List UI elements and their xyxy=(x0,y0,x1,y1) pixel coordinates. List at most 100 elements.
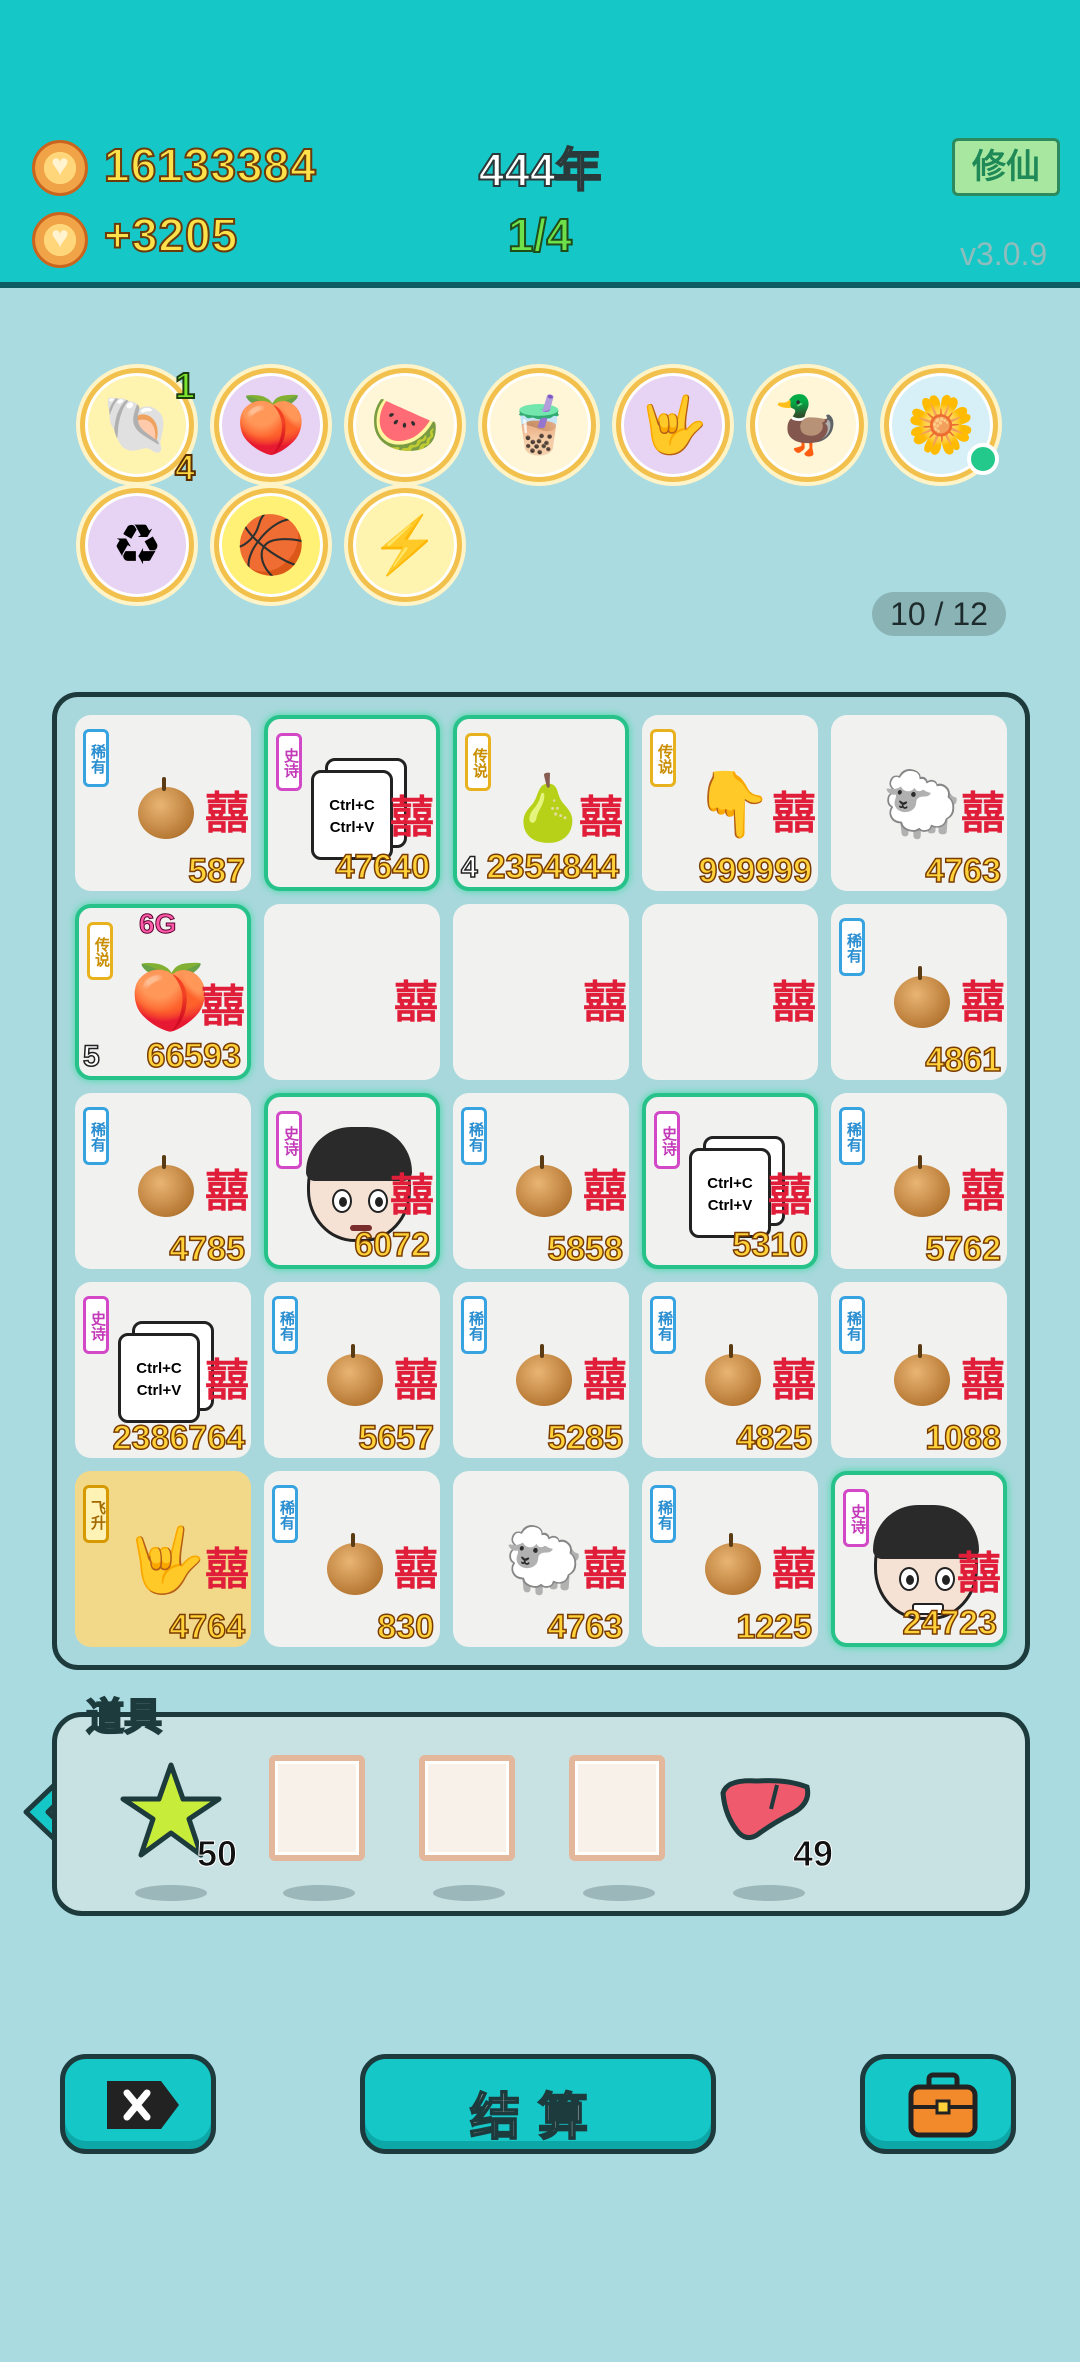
board-cell[interactable]: 稀有囍 4785 xyxy=(75,1093,251,1269)
double-happiness-icon: 囍 xyxy=(772,789,816,838)
rice-cooker-duck-icon[interactable]: 🦆 xyxy=(750,368,864,482)
nut-shape xyxy=(327,1344,383,1406)
board-cell[interactable]: 史诗囍 6072 xyxy=(264,1093,440,1269)
relic-glyph: 🍉 xyxy=(370,393,440,456)
nut-shape xyxy=(327,1533,383,1595)
relic-count-badge: 1 xyxy=(174,364,196,407)
item-board: 稀有囍 587 Ctrl+C Ctrl+V 史诗囍 47640 🍐 传说囍 4 2354844 👇 传… xyxy=(52,692,1030,1670)
board-cell[interactable]: Ctrl+C Ctrl+V 史诗囍 2386764 xyxy=(75,1282,251,1458)
relic-glyph: 🦆 xyxy=(772,393,842,456)
empty-prop-slot[interactable] xyxy=(569,1755,665,1861)
item-shadow xyxy=(583,1885,655,1901)
backpack-button[interactable] xyxy=(860,2054,1016,2154)
board-cell[interactable]: 囍 xyxy=(453,904,629,1080)
coin-icon xyxy=(32,212,88,268)
board-cell[interactable]: 稀有囍 4861 xyxy=(831,904,1007,1080)
nut-shape xyxy=(894,966,950,1028)
board-cell[interactable]: 🐑 囍 4763 xyxy=(453,1471,629,1647)
double-happiness-icon: 囍 xyxy=(961,1356,1005,1405)
board-cell[interactable]: 稀有囍 1088 xyxy=(831,1282,1007,1458)
item-value: 5285 xyxy=(547,1418,624,1458)
board-cell[interactable]: 👇 传说囍 999999 xyxy=(642,715,818,891)
income-amount: +3205 xyxy=(103,208,239,262)
pirate-peaches-icon[interactable]: 🍑 xyxy=(214,368,328,482)
item-value: 1225 xyxy=(736,1607,813,1647)
basketballs-icon[interactable]: 🏀 xyxy=(214,488,328,602)
rarity-badge: 稀有 xyxy=(650,1296,676,1354)
eye xyxy=(935,1567,955,1591)
item-value: 2354844 xyxy=(486,847,620,887)
board-cell[interactable]: 稀有囍 5285 xyxy=(453,1282,629,1458)
quit-button[interactable] xyxy=(60,2054,216,2154)
board-cell[interactable]: Ctrl+C Ctrl+V 史诗囍 47640 xyxy=(264,715,440,891)
relic-glyph: 🌼 xyxy=(906,393,976,456)
double-happiness-icon: 囍 xyxy=(957,1549,1001,1598)
board-cell[interactable]: 🐑 囍 4763 xyxy=(831,715,1007,891)
eye xyxy=(368,1189,388,1213)
lightning-icon[interactable]: ⚡ xyxy=(348,488,462,602)
item-value: 47640 xyxy=(335,847,431,887)
wave-counter: 1/4 xyxy=(507,208,573,262)
board-cell[interactable]: 史诗囍 24723 xyxy=(831,1471,1007,1647)
card-front: Ctrl+C Ctrl+V xyxy=(118,1333,200,1423)
relic-glyph: ♻ xyxy=(111,513,163,576)
card-front: Ctrl+C Ctrl+V xyxy=(689,1148,771,1238)
double-happiness-icon: 囍 xyxy=(394,978,438,1027)
double-happiness-icon: 囍 xyxy=(390,793,434,842)
fruit-platter-icon[interactable]: 🍉 xyxy=(348,368,462,482)
board-cell[interactable]: 稀有囍 830 xyxy=(264,1471,440,1647)
item-level: 4 xyxy=(460,850,478,885)
board-cell[interactable]: 稀有囍 4825 xyxy=(642,1282,818,1458)
rarity-badge: 稀有 xyxy=(839,1296,865,1354)
board-cell[interactable]: 稀有囍 5657 xyxy=(264,1282,440,1458)
board-cell[interactable]: 稀有囍 587 xyxy=(75,715,251,891)
item-shadow xyxy=(135,1885,207,1901)
double-happiness-icon: 囍 xyxy=(961,789,1005,838)
board-cell[interactable]: 囍 xyxy=(642,904,818,1080)
rarity-badge: 传说 xyxy=(87,922,113,980)
item-value: 66593 xyxy=(146,1036,242,1076)
bubble-tea-icon[interactable]: 🧋 xyxy=(482,368,596,482)
copy-text: Ctrl+C xyxy=(136,1360,182,1377)
board-cell[interactable]: 🍐 传说囍 4 2354844 xyxy=(453,715,629,891)
shell-icon[interactable]: 🐚 1 4 xyxy=(80,364,196,489)
rarity-badge: 飞升 xyxy=(83,1485,109,1543)
potted-flower-icon[interactable]: 🌼 xyxy=(884,368,999,482)
rarity-badge: 传说 xyxy=(650,729,676,787)
item-value: 4825 xyxy=(736,1418,813,1458)
empty-prop-slot[interactable] xyxy=(419,1755,515,1861)
rarity-badge: 稀有 xyxy=(461,1296,487,1354)
item-value: 4785 xyxy=(169,1229,246,1269)
board-cell[interactable]: 稀有囍 5762 xyxy=(831,1093,1007,1269)
rock-hand-icon[interactable]: 🤟 xyxy=(616,368,730,482)
board-cell[interactable]: 囍 xyxy=(264,904,440,1080)
rarity-badge: 稀有 xyxy=(83,729,109,787)
board-cell[interactable]: 🍑 传说囍 6G 5 66593 xyxy=(75,904,251,1080)
nut-shape xyxy=(138,1155,194,1217)
double-happiness-icon: 囍 xyxy=(579,793,623,842)
double-happiness-icon: 囍 xyxy=(201,982,245,1031)
relic-counter: 10 / 12 xyxy=(872,592,1006,636)
close-icon xyxy=(107,2081,179,2129)
settle-button[interactable]: 结算 xyxy=(360,2054,716,2154)
board-cell[interactable]: 🤟 飞升囍 4764 xyxy=(75,1471,251,1647)
board-cell[interactable]: Ctrl+C Ctrl+V 史诗囍 5310 xyxy=(642,1093,818,1269)
empty-prop-slot[interactable] xyxy=(269,1755,365,1861)
double-happiness-icon: 囍 xyxy=(583,978,627,1027)
board-cell[interactable]: 稀有囍 1225 xyxy=(642,1471,818,1647)
item-value: 5858 xyxy=(547,1229,624,1269)
nut-shape xyxy=(516,1344,572,1406)
nut-shape xyxy=(138,777,194,839)
recycle-icon[interactable]: ♻ xyxy=(80,488,194,602)
item-value: 4763 xyxy=(925,851,1002,891)
item-value: 1088 xyxy=(925,1418,1002,1458)
item-level: 5 xyxy=(82,1039,100,1074)
nut-shape xyxy=(516,1155,572,1217)
cultivate-button[interactable]: 修仙 xyxy=(952,138,1060,196)
rarity-badge: 稀有 xyxy=(461,1107,487,1165)
item-value: 4764 xyxy=(169,1607,246,1647)
relic-level-badge: 4 xyxy=(174,446,196,489)
double-happiness-icon: 囍 xyxy=(772,1356,816,1405)
board-cell[interactable]: 稀有囍 5858 xyxy=(453,1093,629,1269)
double-happiness-icon: 囍 xyxy=(583,1545,627,1594)
